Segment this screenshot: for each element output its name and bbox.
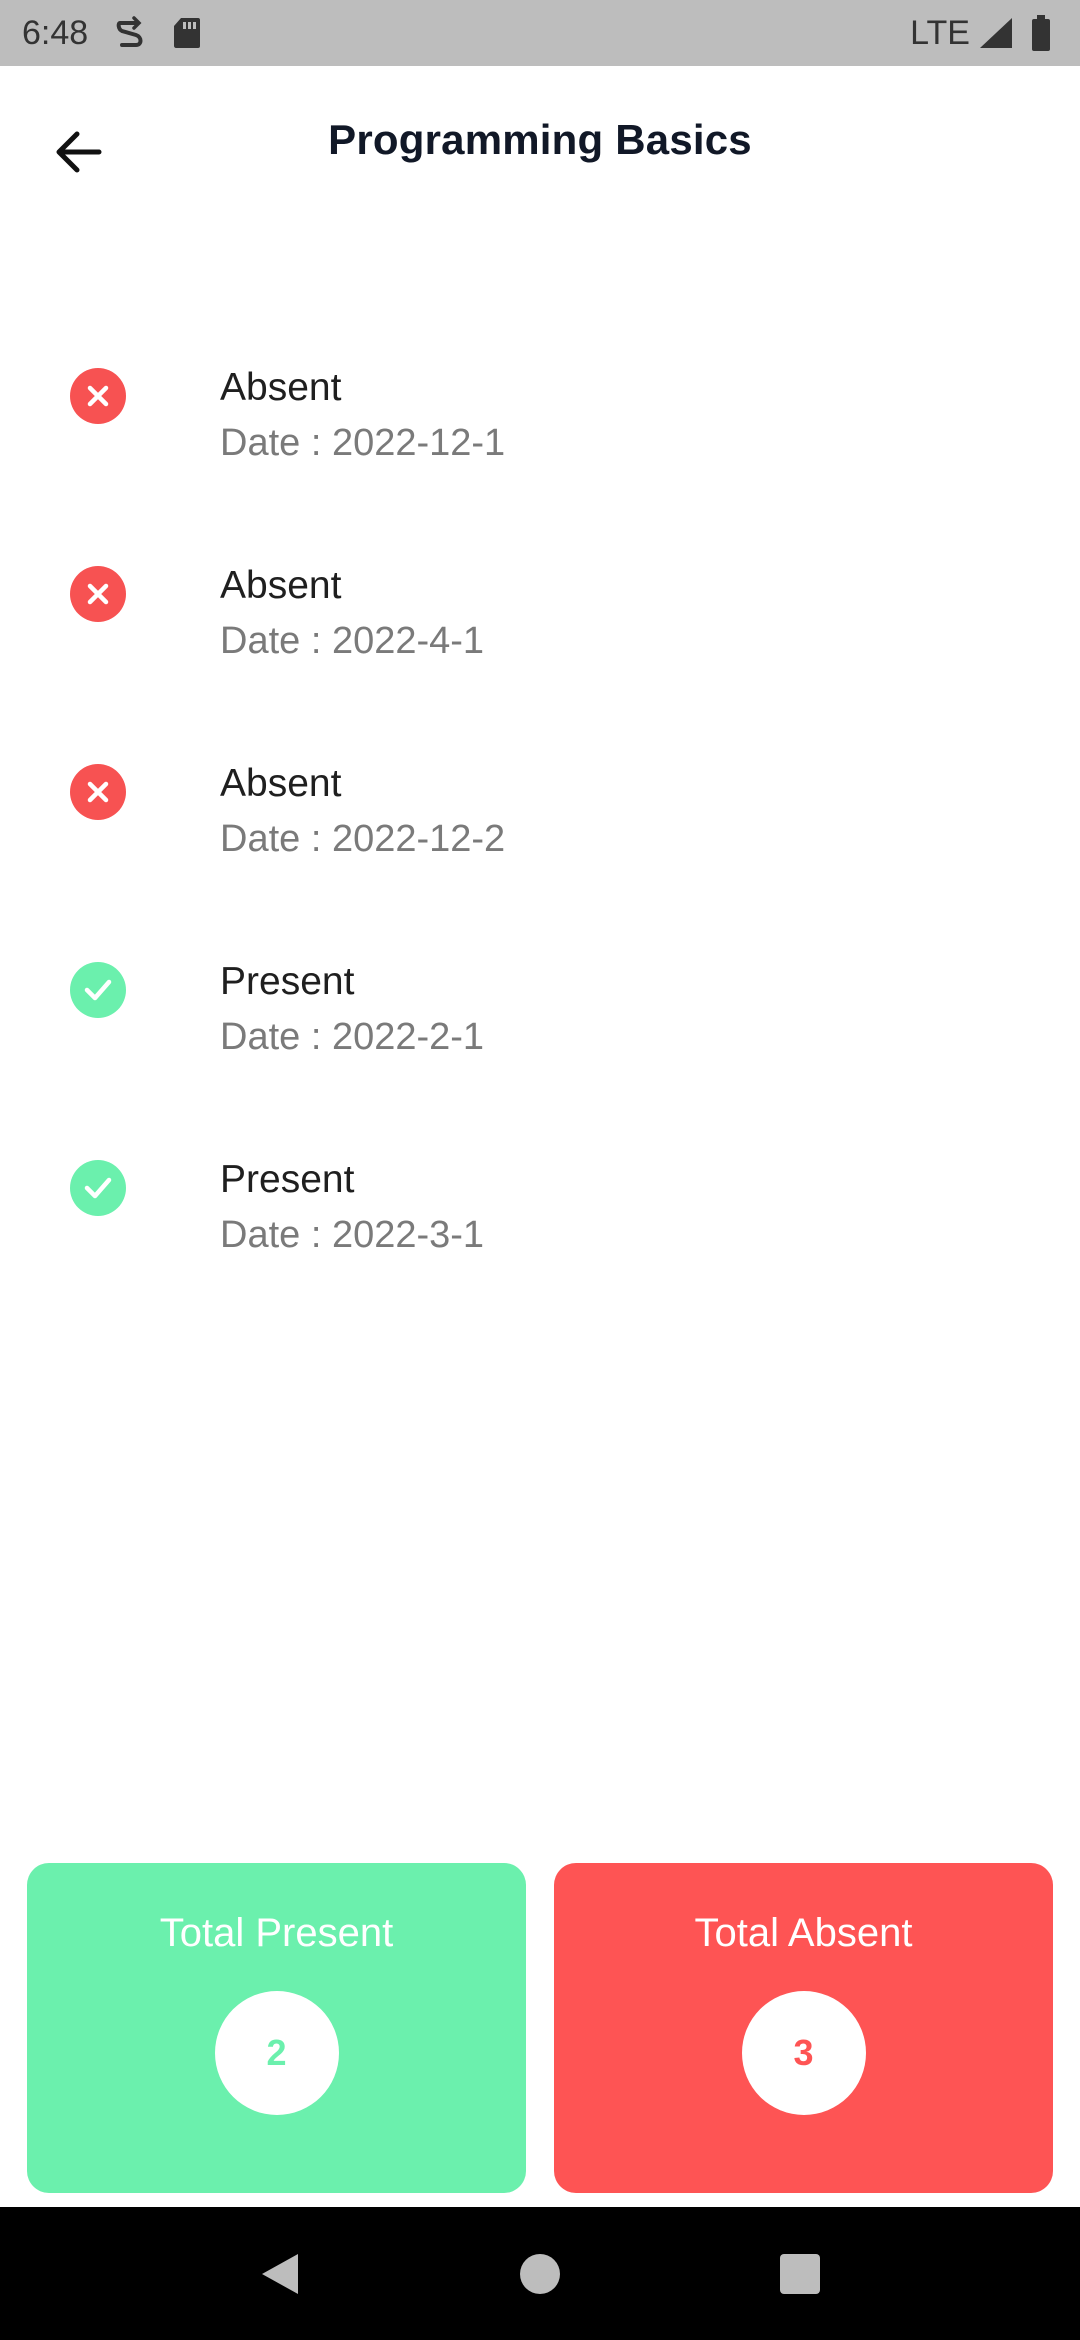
present-check-icon: [70, 962, 126, 1018]
status-bar: 6:48 LTE: [0, 0, 1080, 66]
list-item[interactable]: Present Date : 2022-3-1: [0, 1152, 1080, 1350]
signal-icon: [978, 16, 1014, 50]
system-nav-bar: [0, 2207, 1080, 2340]
total-present-count: 2: [214, 1991, 339, 2115]
present-check-icon: [70, 1160, 126, 1216]
absent-x-icon: [70, 566, 126, 622]
attendance-list: Absent Date : 2022-12-1 Absent Date : 20…: [0, 360, 1080, 1350]
list-item[interactable]: Absent Date : 2022-12-1: [0, 360, 1080, 558]
absent-x-icon: [70, 764, 126, 820]
home-nav-icon[interactable]: [510, 2244, 570, 2304]
total-absent-card[interactable]: Total Absent 3: [554, 1863, 1053, 2193]
total-present-card[interactable]: Total Present 2: [27, 1863, 526, 2193]
app-bar: Programming Basics: [0, 66, 1080, 218]
page-title: Programming Basics: [328, 116, 752, 163]
status-time: 6:48: [22, 13, 89, 52]
status-bar-right: LTE: [910, 14, 1052, 53]
list-item[interactable]: Present Date : 2022-2-1: [0, 954, 1080, 1152]
attendance-date: Date : 2022-12-2: [220, 818, 506, 860]
total-absent-count: 3: [741, 1991, 866, 2115]
list-item[interactable]: Absent Date : 2022-4-1: [0, 558, 1080, 756]
list-item[interactable]: Absent Date : 2022-12-2: [0, 756, 1080, 954]
status-bar-left: 6:48: [22, 14, 202, 53]
back-nav-icon[interactable]: [250, 2244, 310, 2304]
attendance-date: Date : 2022-4-1: [220, 620, 485, 662]
attendance-date: Date : 2022-3-1: [220, 1214, 485, 1256]
attendance-status: Absent: [220, 366, 342, 409]
attendance-status: Absent: [220, 762, 342, 805]
sync-icon: [114, 15, 146, 51]
battery-icon: [1030, 14, 1052, 52]
total-absent-label: Total Absent: [694, 1911, 913, 1955]
attendance-date: Date : 2022-12-1: [220, 422, 506, 464]
attendance-status: Present: [220, 960, 355, 1003]
network-type: LTE: [910, 13, 970, 52]
sd-card-icon: [172, 16, 202, 50]
attendance-totals: Total Present 2 Total Absent 3: [27, 1863, 1053, 2193]
total-present-label: Total Present: [159, 1911, 394, 1955]
attendance-date: Date : 2022-2-1: [220, 1016, 485, 1058]
absent-x-icon: [70, 368, 126, 424]
attendance-status: Present: [220, 1158, 355, 1201]
attendance-status: Absent: [220, 564, 342, 607]
recents-nav-icon[interactable]: [770, 2244, 830, 2304]
